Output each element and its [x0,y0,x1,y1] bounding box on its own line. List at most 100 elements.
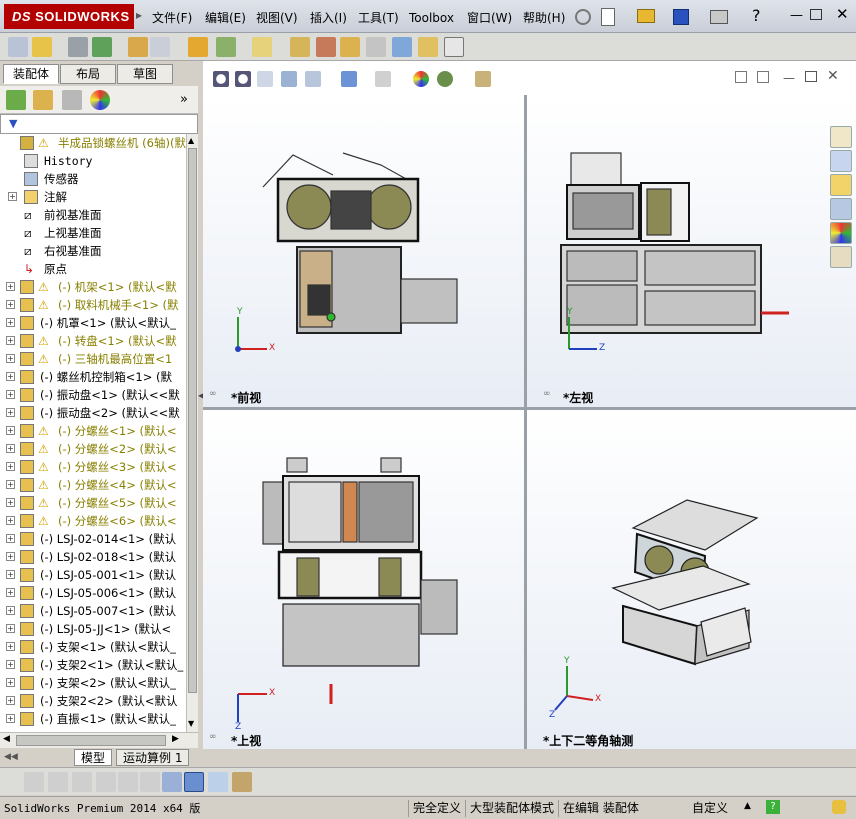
tree-item[interactable]: 传感器 [0,170,186,188]
save-icon[interactable] [673,9,689,25]
new-document-icon[interactable] [601,8,615,26]
property-manager-icon[interactable] [33,90,53,110]
layer-icon[interactable] [24,772,44,792]
tree-item[interactable]: ⚠ 半成品锁螺丝机 (6轴) (默 [0,134,186,152]
tree-item[interactable]: + (-) LSJ-02-018<1> (默认 [0,548,186,566]
status-large-assembly-mode[interactable]: 大型装配体模式 [465,800,558,817]
solidworks-resources-icon[interactable] [830,126,852,148]
viewport-minimize-icon[interactable]: — [783,71,795,85]
new-motion-study-icon[interactable] [290,37,310,57]
file-explorer-icon[interactable] [830,174,852,196]
expand-toggle-icon[interactable]: + [6,282,15,291]
view-orientation-icon[interactable] [341,71,357,87]
line-thickness-icon[interactable] [48,772,68,792]
help-question-icon[interactable]: ? [752,6,761,25]
viewport-horizontal-divider[interactable] [203,407,856,410]
viewport-vertical-divider[interactable] [524,95,527,749]
zoom-to-area-icon[interactable] [235,71,251,87]
apply-scene-icon[interactable] [437,71,453,87]
tree-item[interactable]: + (-) LSJ-05-001<1> (默认 [0,566,186,584]
rebuild-indicator-icon[interactable] [832,800,846,814]
previous-view-icon[interactable] [257,71,273,87]
tree-item[interactable]: History [0,152,186,170]
solidworks-logo[interactable]: DS SOLIDWORKS [4,4,134,29]
expand-toggle-icon[interactable]: + [6,660,15,669]
tree-item[interactable]: + ⚠ (-) 三轴机最高位置<1 [0,350,186,368]
tree-item[interactable]: + (-) 螺丝机控制箱<1> (默 [0,368,186,386]
close-window-icon[interactable]: ✕ [836,5,849,23]
tree-item[interactable]: + (-) 支架<1> (默认<默认_ [0,638,186,656]
tree-item[interactable]: + ⚠ (-) 机架<1> (默认<默 [0,278,186,296]
assembly-features-icon[interactable] [216,37,236,57]
tree-item[interactable]: + (-) 振动盘<1> (默认<<默 [0,386,186,404]
viewport-front[interactable]: Y X ∞ *前视 [203,95,524,407]
front-view-link-icon[interactable]: ∞ [209,389,217,399]
pin-icon[interactable] [575,9,591,25]
tab-layout[interactable]: 布局 [60,64,116,84]
expand-toggle-icon[interactable]: + [6,300,15,309]
tree-item[interactable]: + ⚠ (-) 分螺丝<5> (默认< [0,494,186,512]
two-view-icon[interactable] [757,71,769,83]
scroll-thumb[interactable] [188,148,197,693]
viewport-top[interactable]: X Z ∞ *上视 [203,410,524,749]
color-display-icon[interactable] [118,772,138,792]
expand-toggle-icon[interactable]: + [6,480,15,489]
align-icon[interactable] [162,772,182,792]
mate-icon[interactable] [68,37,88,57]
section-view-icon[interactable] [281,71,297,87]
line-style-icon[interactable] [72,772,92,792]
tree-item[interactable]: + (-) LSJ-05-JJ<1> (默认< [0,620,186,638]
hide-show-edges-icon[interactable] [96,772,116,792]
tree-item[interactable]: + (-) 振动盘<2> (默认<<默 [0,404,186,422]
show-hidden-icon[interactable] [188,37,208,57]
hscroll-thumb[interactable] [16,735,166,746]
view-settings-icon[interactable] [475,71,491,87]
menu-insert[interactable]: 插入(I) [310,9,347,27]
feature-manager-icon[interactable] [6,90,26,110]
menu-file[interactable]: 文件(F) [152,9,192,27]
expand-toggle-icon[interactable]: + [6,354,15,363]
graphics-area[interactable]: — ✕ Y X ∞ *前视 Y Z ∞ *左视 X Z ∞ *上视 Y X Z … [203,61,856,749]
minimize-window-icon[interactable]: — [790,8,803,23]
expand-toggle-icon[interactable]: + [6,516,15,525]
viewport-close-icon[interactable]: ✕ [827,68,839,84]
view-palette-icon[interactable] [830,198,852,220]
expand-toggle-icon[interactable]: + [8,192,17,201]
expand-toggle-icon[interactable]: + [6,462,15,471]
tree-item[interactable]: ⧄ 上视基准面 [0,224,186,242]
grid-icon[interactable] [140,772,160,792]
tree-item[interactable]: + (-) 支架<2> (默认<默认_ [0,674,186,692]
tree-filter[interactable]: ▼ [0,114,198,134]
menu-window[interactable]: 窗口(W) [467,9,512,27]
restore-window-icon[interactable] [810,9,822,20]
expand-toggle-icon[interactable]: + [6,642,15,651]
tree-item[interactable]: + ⚠ (-) 取料机械手<1> (默 [0,296,186,314]
expand-toggle-icon[interactable]: + [6,552,15,561]
expand-toggle-icon[interactable]: + [6,390,15,399]
print-icon[interactable] [710,10,728,24]
explode-line-sketch-icon[interactable] [366,37,386,57]
status-help-icon[interactable]: ? [766,800,780,814]
tree-vertical-scrollbar[interactable]: ▲ ▼ [186,134,198,732]
menu-tools[interactable]: 工具(T) [358,9,399,27]
expand-toggle-icon[interactable]: + [6,570,15,579]
tree-item[interactable]: + (-) LSJ-05-007<1> (默认 [0,602,186,620]
tree-item[interactable]: + ⚠ (-) 分螺丝<4> (默认< [0,476,186,494]
configuration-manager-icon[interactable] [62,90,82,110]
tree-item[interactable]: + ⚠ (-) 分螺丝<6> (默认< [0,512,186,530]
link-views-icon[interactable] [232,772,252,792]
tree-item[interactable]: + (-) LSJ-02-014<1> (默认 [0,530,186,548]
tree-item[interactable]: + ⚠ (-) 分螺丝<3> (默认< [0,458,186,476]
expand-panes-icon[interactable]: » [180,92,188,107]
viewport-isometric[interactable]: Y X Z *上下二等角轴测 [527,410,856,749]
clearance-verification-icon[interactable] [418,37,438,57]
expand-toggle-icon[interactable]: + [6,588,15,597]
tree-item[interactable]: ⧄ 右视基准面 [0,242,186,260]
edit-appearance-icon[interactable] [413,71,429,87]
zoom-to-fit-icon[interactable] [213,71,229,87]
tree-item[interactable]: + (-) LSJ-05-006<1> (默认 [0,584,186,602]
design-library-icon[interactable] [830,150,852,172]
expand-toggle-icon[interactable]: + [6,318,15,327]
tile-view-icon[interactable] [184,772,204,792]
filter-icon[interactable]: ▼ [9,117,17,130]
